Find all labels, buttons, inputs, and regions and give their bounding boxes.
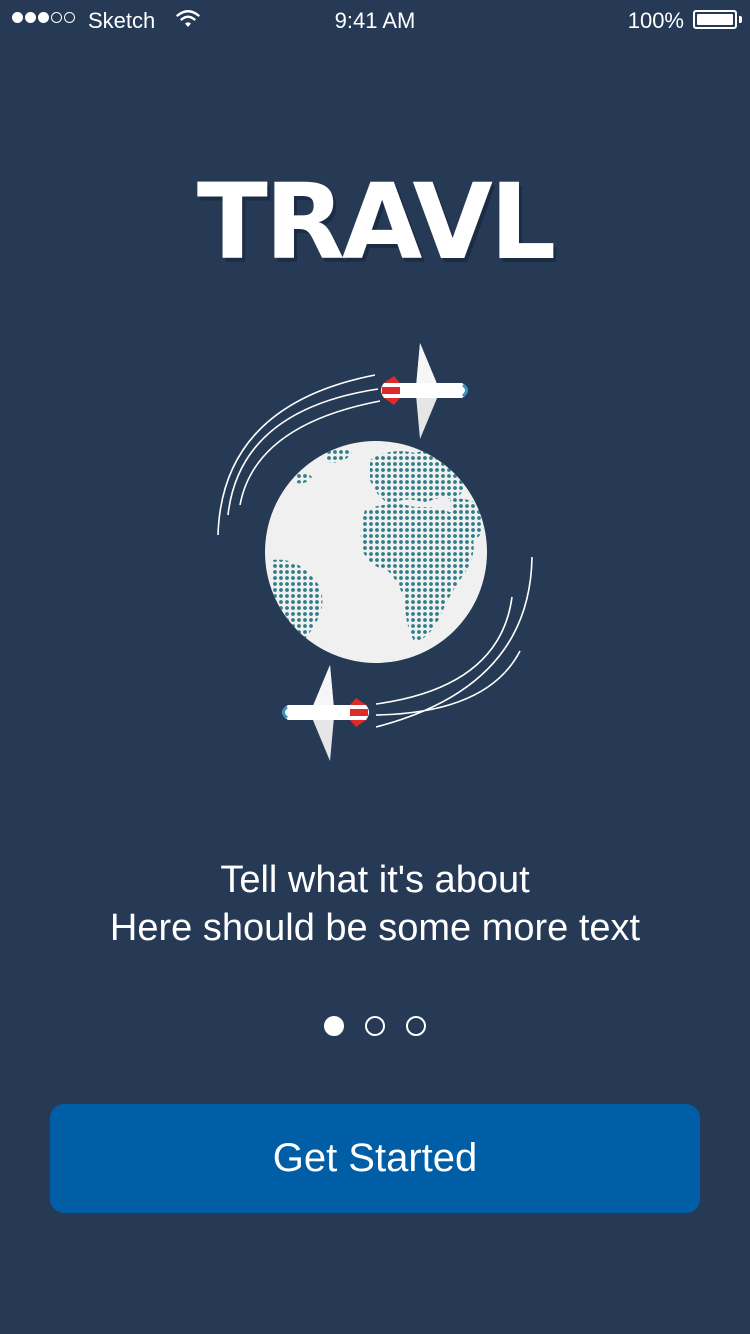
- page-dot-1[interactable]: [324, 1016, 344, 1036]
- airplane-icon-top: [381, 343, 468, 439]
- app-logo: TRAVL: [196, 161, 556, 283]
- page-indicator: [0, 1016, 750, 1036]
- headline: Tell what it's about: [220, 859, 530, 901]
- battery-icon: [693, 10, 737, 29]
- subheadline: Here should be some more text: [109, 907, 641, 949]
- battery-percentage: 100%: [627, 8, 684, 33]
- get-started-button[interactable]: Get Started: [50, 1104, 700, 1213]
- globe-icon: [265, 441, 487, 663]
- airplane-icon-bottom: [282, 665, 369, 761]
- page-dot-3[interactable]: [406, 1016, 426, 1036]
- onboarding-description: Tell what it's about Here should be some…: [0, 856, 750, 952]
- status-bar: Sketch 9:41 AM 100%: [0, 0, 750, 40]
- battery-tip: [739, 16, 742, 23]
- globe-airplanes-illustration: [217, 343, 533, 761]
- page-dot-2[interactable]: [365, 1016, 385, 1036]
